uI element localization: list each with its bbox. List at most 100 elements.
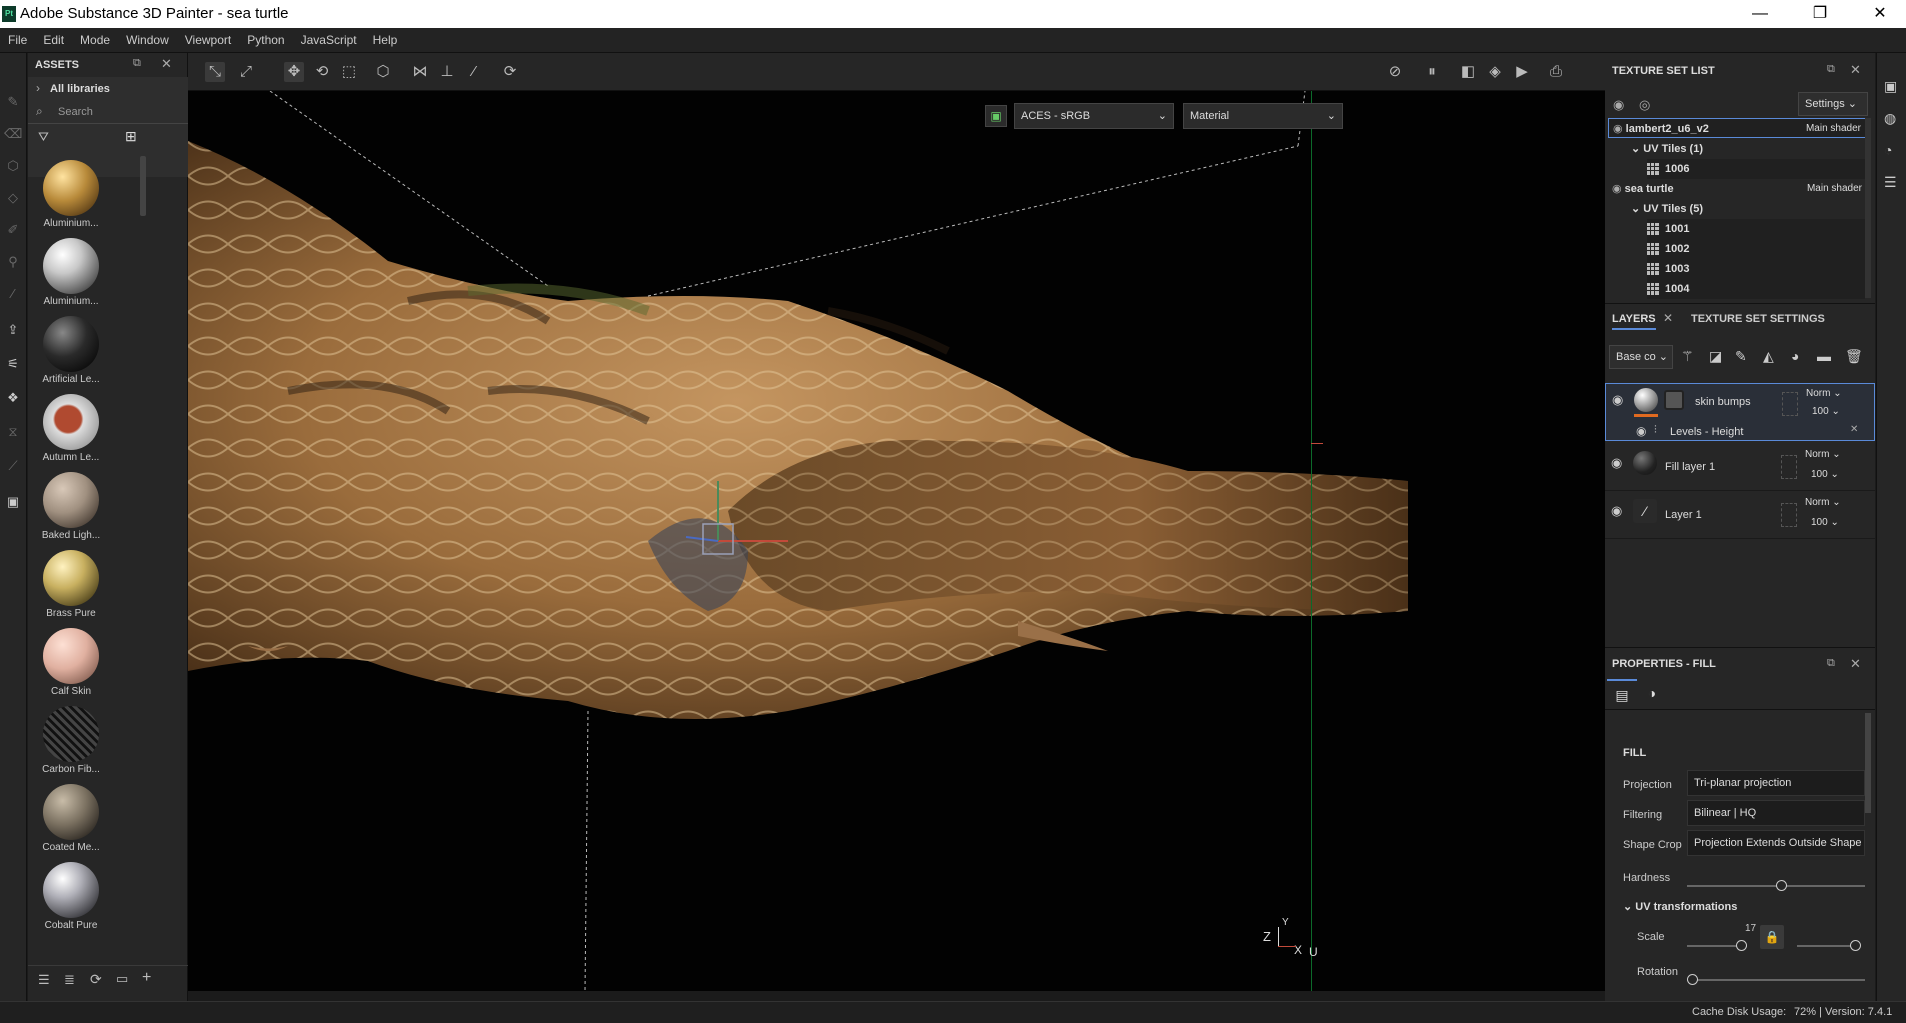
uv-tile-row[interactable]: 1002 <box>1647 239 1865 259</box>
all-libraries-link[interactable]: All libraries <box>50 83 110 95</box>
channel-select[interactable]: Base co ⌄ <box>1609 345 1673 369</box>
scale-icon[interactable]: ⬚ <box>339 62 359 82</box>
eye-icon[interactable]: ◉ <box>1611 455 1622 471</box>
undock-icon[interactable]: ⧉ <box>1827 657 1835 670</box>
filtering-select[interactable]: Bilinear | HQ <box>1687 800 1865 826</box>
menu-python[interactable]: Python <box>239 28 292 53</box>
camera-icon[interactable]: ▶ <box>1512 62 1532 82</box>
tab-layers[interactable]: LAYERS <box>1612 308 1656 330</box>
folder-icon[interactable]: ▭ <box>116 971 128 987</box>
list-view-icon[interactable]: ≣ <box>64 972 75 988</box>
uv-tile-row[interactable]: 1001 <box>1647 219 1865 239</box>
eye-icon[interactable]: ◉ <box>1610 183 1622 195</box>
filter-icon[interactable]: ⛛ <box>38 129 49 145</box>
asset-item[interactable]: Artificial Le... <box>36 316 106 385</box>
picker-icon[interactable]: ⁄ <box>4 285 22 303</box>
menu-help[interactable]: Help <box>365 28 406 53</box>
add-mask-icon[interactable]: ◪ <box>1709 348 1722 365</box>
menu-mode[interactable]: Mode <box>72 28 118 53</box>
texture-list-scrollbar[interactable] <box>1865 118 1871 298</box>
tab-texture-set-settings[interactable]: TEXTURE SET SETTINGS <box>1691 308 1825 330</box>
eye-icon[interactable]: ◎ <box>1639 97 1650 113</box>
lock-icon[interactable]: 🔒 <box>1760 925 1784 949</box>
remove-effect-icon[interactable]: ✕ <box>1850 424 1858 435</box>
display-settings-icon[interactable]: ▣ <box>985 105 1007 127</box>
asset-item[interactable]: Cobalt Pure <box>36 862 106 931</box>
projection-icon[interactable]: ⬡ <box>4 157 22 175</box>
visibility-toggle-icon[interactable]: ◉ <box>1613 97 1624 113</box>
texture-set-row[interactable]: ◉ sea turtle Main shader <box>1610 179 1868 199</box>
scale-knob[interactable] <box>1736 940 1747 951</box>
scale-v-knob[interactable] <box>1850 940 1861 951</box>
delete-layer-icon[interactable]: 🗑 <box>1845 348 1863 365</box>
object-icon[interactable]: ❖ <box>4 389 22 407</box>
uv-tile-row[interactable]: 1006 <box>1647 159 1865 179</box>
rotation-knob[interactable] <box>1687 974 1698 985</box>
snap-icon[interactable]: ⁄ <box>464 62 484 82</box>
minimize-button[interactable]: — <box>1740 2 1780 26</box>
blend-mode[interactable]: Norm ⌄ <box>1805 449 1841 460</box>
asset-item[interactable]: Aluminium... <box>36 160 106 229</box>
eye-icon[interactable]: ◉ <box>1612 392 1623 408</box>
maximize-button[interactable]: ❐ <box>1800 2 1840 26</box>
undock-icon[interactable]: ⧉ <box>1827 63 1835 76</box>
bake-icon[interactable]: ⇪ <box>4 321 22 339</box>
mirror-icon[interactable]: ⋈ <box>410 62 430 82</box>
layer-row[interactable]: ◉ ⁄ Layer 1 Norm ⌄ 100 ⌄ <box>1605 491 1875 539</box>
pause-icon[interactable]: ⏸ <box>1422 62 1442 82</box>
measure-icon[interactable]: ⟋ <box>4 457 22 475</box>
add-icon[interactable]: + <box>142 969 151 987</box>
uv-tile-row[interactable]: 1004 <box>1647 279 1865 299</box>
close-panel-icon[interactable]: ✕ <box>1850 656 1861 672</box>
close-button[interactable]: ✕ <box>1860 2 1900 26</box>
asset-item[interactable]: Brass Pure <box>36 550 106 619</box>
grid-view-icon[interactable]: ⊞ <box>125 128 137 145</box>
eye-icon[interactable]: ◉ <box>1611 503 1622 519</box>
close-panel-icon[interactable]: ✕ <box>161 56 172 72</box>
rotation-slider[interactable] <box>1687 979 1865 981</box>
opacity-value[interactable]: 100 ⌄ <box>1811 517 1839 528</box>
add-folder-icon[interactable]: ▬ <box>1817 348 1831 364</box>
menu-javascript[interactable]: JavaScript <box>293 28 365 53</box>
cube-view-icon[interactable]: ◈ <box>1485 62 1505 82</box>
eraser-icon[interactable]: ⌫ <box>4 125 22 143</box>
reset-icon[interactable]: ⟳ <box>500 62 520 82</box>
asset-item[interactable]: Baked Ligh... <box>36 472 106 541</box>
chevron-right-icon[interactable]: › <box>36 81 40 95</box>
split-view-icon[interactable]: ◧ <box>1458 62 1478 82</box>
layer-row[interactable]: ◉ skin bumps Norm ⌄ 100 ⌄ ◉ ⫶ Levels - H… <box>1605 383 1875 441</box>
material-picker-icon[interactable]: ⧖ <box>4 423 22 441</box>
asset-item[interactable]: Aluminium... <box>36 238 106 307</box>
align-icon[interactable]: ⊥ <box>437 62 457 82</box>
colorspace-select[interactable]: ACES - sRGB ⌄ <box>1014 103 1174 129</box>
uv-tiles-group[interactable]: ⌄ UV Tiles (5) <box>1631 199 1865 219</box>
properties-scrollbar[interactable] <box>1865 713 1871 813</box>
close-tab-icon[interactable]: ✕ <box>1663 311 1673 325</box>
hardness-knob[interactable] <box>1776 880 1787 891</box>
uv-tiles-group[interactable]: ⌄ UV Tiles (1) <box>1631 139 1865 159</box>
paint-brush-icon[interactable]: ✎ <box>4 93 22 111</box>
uv-tile-row[interactable]: 1003 <box>1647 259 1865 279</box>
add-smart-material-icon[interactable]: ◕ <box>1791 348 1799 364</box>
eye-icon[interactable]: ◉ <box>1609 123 1623 135</box>
screenshot-camera-icon[interactable]: ⎙ <box>1546 62 1566 82</box>
add-effect-icon[interactable]: ⚚ <box>1681 348 1694 365</box>
asset-item[interactable]: Autumn Le... <box>36 394 106 463</box>
opacity-value[interactable]: 100 ⌄ <box>1812 406 1840 417</box>
smudge-icon[interactable]: ✐ <box>4 221 22 239</box>
geometry-mask-icon[interactable]: ◇ <box>4 189 22 207</box>
texture-set-row[interactable]: ◉ lambert2_u6_v2 Main shader <box>1608 118 1868 138</box>
asset-item[interactable]: Calf Skin <box>36 628 106 697</box>
projection-select[interactable]: Tri-planar projection <box>1687 770 1865 796</box>
uv-transform-icon[interactable]: ⤢ <box>236 62 256 82</box>
menu-viewport[interactable]: Viewport <box>177 28 239 53</box>
menu-file[interactable]: File <box>0 28 35 53</box>
undock-icon[interactable]: ⧉ <box>133 57 141 70</box>
blend-mode[interactable]: Norm ⌄ <box>1806 388 1842 399</box>
close-panel-icon[interactable]: ✕ <box>1850 62 1861 78</box>
material-properties-tab-icon[interactable]: ◑ <box>1637 679 1667 709</box>
fill-properties-tab-icon[interactable]: ▤ <box>1607 679 1637 709</box>
asset-item[interactable]: Carbon Fib... <box>36 706 106 775</box>
assets-scrollbar[interactable] <box>140 156 146 216</box>
hide-icon[interactable]: ⊘ <box>1385 62 1405 82</box>
